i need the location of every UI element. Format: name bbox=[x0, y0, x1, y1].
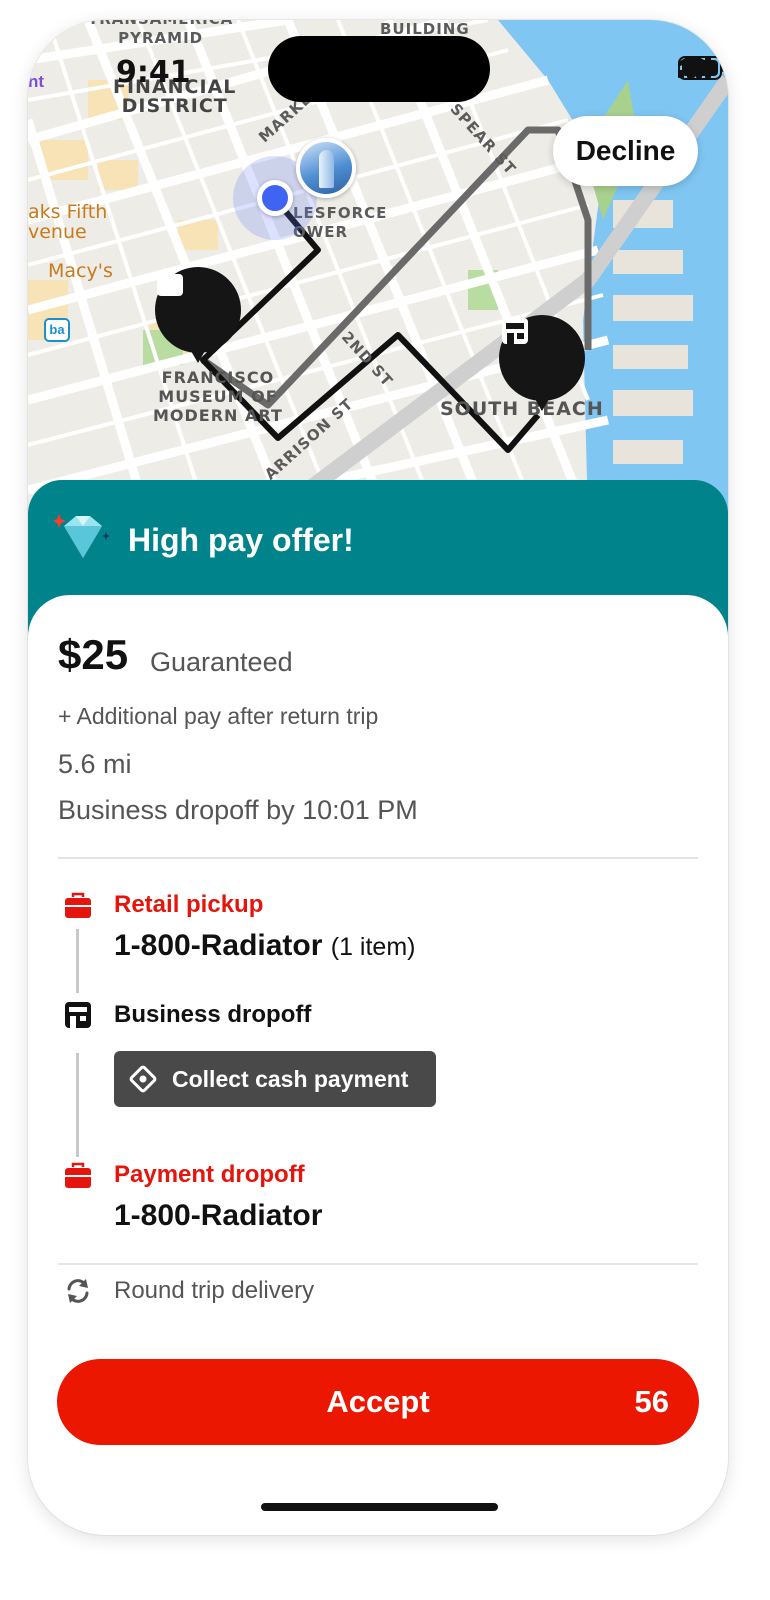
accept-countdown: 56 bbox=[634, 1384, 669, 1419]
round-trip-icon bbox=[67, 1279, 89, 1303]
store-icon bbox=[65, 1002, 91, 1028]
status-time: 9:41 bbox=[116, 55, 191, 90]
pay-amount: $25 bbox=[58, 631, 129, 678]
stop-name-retail-pickup: 1-800-Radiator (1 item) bbox=[114, 929, 416, 962]
map-label-saks: aks Fifth venue bbox=[28, 201, 108, 243]
divider bbox=[58, 1263, 698, 1265]
collect-cash-text: Collect cash payment bbox=[172, 1065, 409, 1092]
map-label-museum: FRANCISCO MUSEUM OF MODERN ART bbox=[153, 368, 283, 425]
red-bag-icon bbox=[65, 892, 91, 918]
decline-button[interactable]: Decline bbox=[553, 116, 698, 186]
pickup-bag-icon[interactable] bbox=[155, 267, 241, 363]
pay-guaranteed-label: Guaranteed bbox=[150, 647, 293, 677]
red-bag-icon bbox=[65, 1162, 91, 1188]
trip-distance: 5.6 mi bbox=[58, 749, 132, 779]
map-label-transamerica: TRANSAMERICA PYRAMID bbox=[88, 20, 232, 47]
phone-frame: TRANSAMERICA PYRAMID FINANCIAL DISTRICT … bbox=[28, 20, 728, 1535]
round-trip-label: Round trip delivery bbox=[114, 1277, 315, 1304]
accept-label: Accept bbox=[326, 1384, 430, 1419]
divider bbox=[58, 857, 698, 859]
cash-tag-icon bbox=[129, 1065, 157, 1093]
diamond-icon bbox=[54, 514, 110, 558]
stop-label-business-dropoff: Business dropoff bbox=[114, 1001, 312, 1028]
map-label-macys: Macy's bbox=[48, 260, 113, 282]
dropoff-store-icon[interactable] bbox=[499, 315, 585, 411]
current-location-dot bbox=[257, 180, 293, 216]
map-label-edge: nt bbox=[28, 72, 45, 91]
stop-name-payment-dropoff: 1-800-Radiator bbox=[114, 1199, 323, 1232]
route-connector bbox=[76, 929, 79, 993]
home-indicator[interactable] bbox=[261, 1503, 498, 1511]
stop-label-payment-dropoff: Payment dropoff bbox=[114, 1161, 305, 1188]
accept-button[interactable]: Accept 56 bbox=[57, 1359, 699, 1445]
bart-station-icon: ba bbox=[44, 318, 70, 342]
battery-icon bbox=[678, 56, 725, 80]
offer-card: $25 Guaranteed + Additional pay after re… bbox=[28, 595, 728, 1535]
route-connector bbox=[76, 1053, 79, 1157]
additional-pay-note: + Additional pay after return trip bbox=[58, 703, 379, 729]
dynamic-island bbox=[268, 36, 490, 102]
map-view[interactable]: TRANSAMERICA PYRAMID FINANCIAL DISTRICT … bbox=[28, 20, 728, 520]
salesforce-tower-icon bbox=[296, 138, 356, 198]
stop-label-retail-pickup: Retail pickup bbox=[114, 891, 264, 918]
dropoff-deadline: Business dropoff by 10:01 PM bbox=[58, 795, 418, 825]
collect-cash-badge: Collect cash payment bbox=[114, 1051, 436, 1107]
offer-title: High pay offer! bbox=[128, 522, 354, 558]
map-label-south-beach: SOUTH BEACH bbox=[440, 398, 604, 420]
